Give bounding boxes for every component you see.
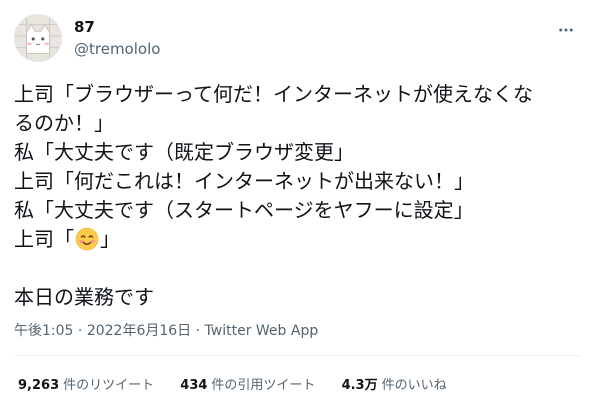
tweet-stats: 9,263 件のリツイート 434 件の引用ツイート 4.3万 件のいいね [18,374,469,393]
tweet-time[interactable]: 午後1:05 [14,323,73,339]
tweet-line: るのか！」 [14,111,114,135]
quotes-count: 434 [180,378,208,393]
emoji-line-prefix: 上司「 [14,227,74,251]
emoji-line-suffix: 」 [100,227,120,251]
user-names: 87 @tremololo [74,18,160,59]
user-handle[interactable]: @tremololo [74,40,160,59]
tweet-source-link[interactable]: Twitter Web App [205,323,319,339]
likes-label: 件のいいね [381,378,447,393]
tweet-header: 87 @tremololo [14,14,580,64]
quotes-label: 件の引用ツイート [211,378,316,393]
tweet-text: 上司「ブラウザーって何だ！インターネットが使えなくな るのか！」 私「大丈夫です… [14,80,580,312]
likes-count: 4.3万 [341,378,378,393]
meta-separator: · [73,323,87,339]
display-name[interactable]: 87 [74,18,160,37]
retweets-label: 件のリツイート [63,378,155,393]
tweet-meta: 午後1:05 · 2022年6月16日 · Twitter Web App [14,320,318,340]
tweet-date[interactable]: 2022年6月16日 [87,323,191,339]
tweet-line-emoji: 上司「 」 [14,225,580,254]
avatar[interactable] [14,14,62,62]
more-horizontal-icon [559,28,573,32]
meta-separator: · [191,323,205,339]
tweet-line: 上司「ブラウザーって何だ！インターネットが使えなくな [14,82,533,106]
smiling-face-with-smiling-eyes-icon [75,227,99,251]
likes-stat[interactable]: 4.3万 件のいいね [342,374,447,393]
retweets-count: 9,263 [18,378,60,393]
retweets-stat[interactable]: 9,263 件のリツイート [18,374,154,393]
quote-tweets-stat[interactable]: 434 件の引用ツイート [180,374,315,393]
cat-avatar-icon [15,15,61,61]
tweet-line: 私「大丈夫です（スタートページをヤフーに設定」 [14,198,474,222]
divider [14,355,580,356]
tweet-card: 87 @tremololo 上司「ブラウザーって何だ！インターネットが使えなくな… [0,0,594,407]
tweet-line: 私「大丈夫です（既定ブラウザ変更」 [14,140,354,164]
tweet-closing-line: 本日の業務です [14,285,154,309]
more-options-button[interactable] [556,20,576,40]
tweet-line: 上司「何だこれは！インターネットが出来ない！」 [14,169,474,193]
